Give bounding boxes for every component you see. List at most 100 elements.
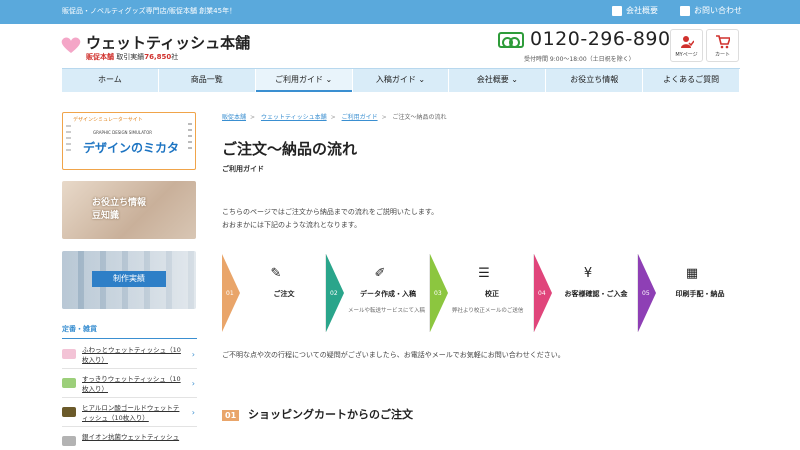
sidebar-product-item[interactable]: ふわっとウェットティッシュ（10枚入り） › — [62, 341, 197, 369]
nav-company[interactable]: 会社概要 ⌄ — [449, 69, 547, 92]
banner1-top-text: デザインシミュレーターサイト — [73, 117, 143, 123]
money-bag-icon: ¥ — [583, 266, 593, 281]
works-banner[interactable]: 制作実績 — [62, 251, 196, 309]
banner1-main-text: デザインのミカタ — [83, 141, 180, 155]
pen-icon: ✐ — [374, 266, 386, 281]
product-label: すっきりウェットティッシュ（10枚入り） — [82, 375, 181, 393]
cart-label: カート — [714, 52, 730, 58]
top-bar: 販促品・ノベルティグッズ専門店/販促本舗 創業45年！ 会社概要 お問い合わせ — [0, 0, 800, 24]
intro-text: こちらのページではご注文から納品までの流れをご説明いたします。 おおまかには下記… — [222, 206, 438, 232]
product-thumbnail — [62, 349, 76, 359]
flow-step-delivery: 05 ▦ 印刷手配・納品 — [638, 254, 742, 332]
product-thumbnail — [62, 407, 76, 417]
banner2-line1: お役立ち情報 — [92, 198, 147, 208]
banner1-mid-text: GRAPHIC DESIGN SIMULATOR — [93, 130, 153, 135]
nav-products[interactable]: 商品一覧 — [159, 69, 256, 92]
site-header: ウェットティッシュ本舗 販促本舗 取引実績76,850社 0120-296-89… — [0, 24, 800, 68]
company-link[interactable]: 会社概要 — [612, 5, 658, 16]
banner-decoration — [188, 123, 192, 153]
user-icon — [681, 36, 694, 48]
phone-number: 0120-296-890 — [530, 28, 671, 50]
nav-home[interactable]: ホーム — [62, 69, 159, 92]
business-hours: 受付時間 9:00～18:00（土日祝を除く） — [524, 56, 635, 63]
banner3-text: 制作実績 — [92, 271, 166, 287]
cart-icon — [716, 35, 730, 49]
banner-decoration — [66, 125, 71, 153]
breadcrumb-current: ご注文～納品の流れ — [392, 114, 447, 121]
step-number: 02 — [330, 290, 338, 297]
logo-record-unit: 社 — [171, 53, 179, 61]
breadcrumb-separator: > — [381, 114, 387, 121]
design-simulator-banner[interactable]: デザインシミュレーターサイト GRAPHIC DESIGN SIMULATOR … — [62, 112, 196, 170]
mail-icon — [680, 5, 690, 16]
section-heading: 01 ショッピングカートからのご注文 — [222, 402, 742, 428]
edit-icon: ✎ — [270, 266, 282, 281]
breadcrumb-link[interactable]: 販促本舗 — [222, 114, 246, 121]
step-number: 03 — [434, 290, 442, 297]
chevron-right-icon: › — [191, 379, 195, 388]
breadcrumb-link[interactable]: ウェットティッシュ本舗 — [261, 114, 327, 121]
banner2-line2: 豆知識 — [92, 211, 120, 221]
clipboard-icon: ☰ — [478, 266, 490, 281]
step-description: メールや転送サービスにて入稿 — [348, 308, 426, 314]
product-thumbnail — [62, 378, 76, 388]
company-link-label: 会社概要 — [626, 6, 658, 15]
useful-info-banner[interactable]: お役立ち情報 豆知識 — [62, 181, 196, 239]
banner2-text: お役立ち情報 豆知識 — [92, 197, 146, 223]
flow-step-data-creation: 02 ✐ データ作成・入稿 メールや転送サービスにて入稿 — [326, 254, 430, 332]
heart-logo-icon — [61, 37, 81, 53]
breadcrumb-separator: > — [330, 114, 336, 121]
chevron-right-icon: › — [191, 408, 195, 417]
section-number: 01 — [222, 410, 240, 421]
product-thumbnail — [62, 436, 76, 446]
step-number: 05 — [642, 290, 650, 297]
nav-useful-info[interactable]: お役立ち情報 — [546, 69, 644, 92]
intro-line2: おおまかには下記のような流れとなります。 — [222, 221, 362, 229]
chevron-right-icon: › — [191, 350, 195, 359]
step-title: お客様確認・ご入金 — [564, 290, 628, 298]
product-label: 銀イオン抗菌ウェットティッシュ — [82, 433, 180, 441]
logo-brand: 販促本舗 — [86, 53, 114, 61]
step-title: ご注文 — [273, 290, 295, 298]
flow-steps: 01 ✎ ご注文 02 ✐ データ作成・入稿 メールや転送サービスにて入稿 03… — [222, 254, 742, 332]
sidebar-divider — [62, 338, 197, 339]
nav-submission-guide[interactable]: 入稿ガイド ⌄ — [353, 69, 450, 92]
step-description: 弊社より校正メールのご送信 — [452, 308, 524, 314]
sidebar-product-item[interactable]: 銀イオン抗菌ウェットティッシュ — [62, 428, 197, 450]
page-subtitle: ご利用ガイド — [222, 165, 264, 173]
sidebar-product-item[interactable]: すっきりウェットティッシュ（10枚入り） › — [62, 370, 197, 398]
logo-record-count: 76,850 — [144, 53, 172, 61]
site-logo[interactable]: ウェットティッシュ本舗 販促本舗 取引実績76,850社 — [60, 32, 260, 66]
contact-note: ご不明な点や次の行程についての疑問がございましたら、お電話やメールでお気軽にお問… — [222, 351, 565, 359]
phone-contact[interactable]: 0120-296-890 受付時間 9:00～18:00（土日祝を除く） — [498, 28, 670, 64]
flow-step-proof: 03 ☰ 校正 弊社より校正メールのご送信 — [430, 254, 534, 332]
logo-name: ウェットティッシュ本舗 — [86, 34, 251, 52]
nav-guide[interactable]: ご利用ガイド ⌄ — [255, 69, 353, 92]
step-number: 04 — [538, 290, 546, 297]
contact-link[interactable]: お問い合わせ — [680, 5, 742, 16]
site-tagline: 販促品・ノベルティグッズ専門店/販促本舗 創業45年！ — [62, 7, 237, 15]
flow-step-payment: 04 ¥ お客様確認・ご入金 — [534, 254, 638, 332]
free-dial-icon — [498, 32, 524, 48]
step-number: 01 — [226, 290, 234, 297]
section-title: ショッピングカートからのご注文 — [248, 408, 413, 421]
step-title: 印刷手配・納品 — [675, 290, 725, 298]
breadcrumb-separator: > — [250, 114, 256, 121]
breadcrumb: 販促本舗 > ウェットティッシュ本舗 > ご利用ガイド > ご注文～納品の流れ — [222, 112, 447, 121]
printer-icon: ▦ — [685, 266, 699, 281]
mypage-button[interactable]: MYページ — [670, 29, 703, 62]
building-icon — [612, 5, 622, 16]
contact-link-label: お問い合わせ — [694, 6, 742, 15]
step-title: データ作成・入稿 — [360, 290, 416, 298]
nav-faq[interactable]: よくあるご質問 — [643, 69, 741, 92]
sidebar-product-item[interactable]: ヒアルロン酸ゴールドウェットティッシュ（10枚入り） › — [62, 399, 197, 427]
intro-line1: こちらのページではご注文から納品までの流れをご説明いたします。 — [222, 208, 439, 216]
product-label: ヒアルロン酸ゴールドウェットティッシュ（10枚入り） — [82, 404, 180, 422]
flow-step-order: 01 ✎ ご注文 — [222, 254, 326, 332]
page-title: ご注文～納品の流れ — [222, 140, 358, 158]
cart-button[interactable]: カート — [706, 29, 739, 62]
logo-record-label: 取引実績 — [116, 53, 145, 61]
breadcrumb-link[interactable]: ご利用ガイド — [342, 114, 378, 121]
step-title: 校正 — [485, 290, 499, 298]
global-nav: ホーム 商品一覧 ご利用ガイド ⌄ 入稿ガイド ⌄ 会社概要 ⌄ お役立ち情報 … — [62, 68, 741, 92]
